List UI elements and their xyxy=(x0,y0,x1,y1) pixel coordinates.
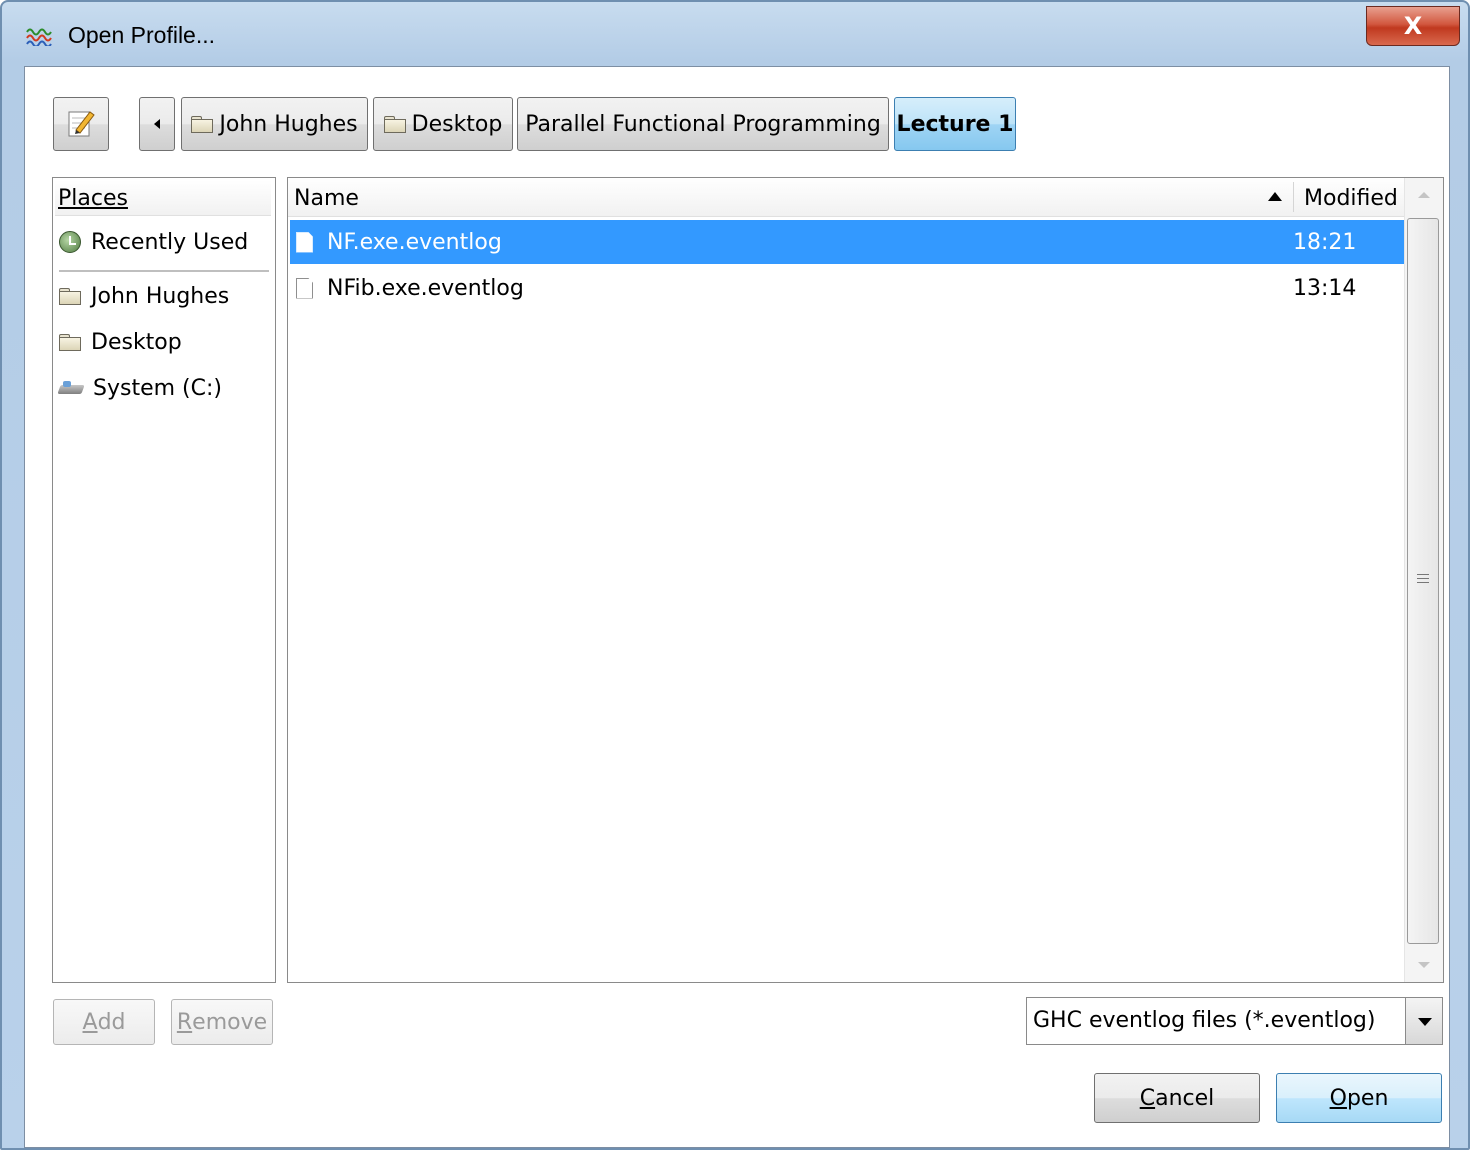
file-row[interactable]: NF.exe.eventlog 18:21 xyxy=(290,220,1404,264)
places-panel: Places Recently Used John Hughes Desktop… xyxy=(52,177,276,983)
mnemonic: C xyxy=(1139,1085,1156,1111)
crumb-label: Parallel Functional Programming xyxy=(525,111,881,137)
places-item-john-hughes[interactable]: John Hughes xyxy=(59,276,229,316)
cancel-button[interactable]: Cancel xyxy=(1094,1073,1260,1123)
open-profile-dialog: Open Profile... X John Hughes Desktop Pa… xyxy=(0,0,1470,1150)
vertical-scrollbar[interactable] xyxy=(1404,178,1443,982)
close-button[interactable]: X xyxy=(1366,6,1460,46)
scroll-up-icon[interactable] xyxy=(1418,192,1430,198)
crumb-label: Desktop xyxy=(411,111,503,137)
chevron-left-icon xyxy=(154,119,160,129)
button-label: dd xyxy=(97,1009,126,1035)
places-item-label: System (C:) xyxy=(93,375,222,401)
file-list: Name Modified NF.exe.eventlog 18:21 NFib… xyxy=(287,177,1444,983)
places-item-label: John Hughes xyxy=(91,283,230,309)
places-item-system-c[interactable]: System (C:) xyxy=(59,368,222,408)
filter-dropdown-button[interactable] xyxy=(1405,998,1442,1044)
crumb-desktop[interactable]: Desktop xyxy=(373,97,513,151)
file-name: NF.exe.eventlog xyxy=(327,229,502,255)
column-header-name[interactable]: Name xyxy=(294,178,359,220)
chevron-down-icon xyxy=(1418,1018,1432,1026)
edit-pencil-icon xyxy=(68,111,95,137)
folder-icon xyxy=(191,116,214,133)
button-label: pen xyxy=(1346,1085,1389,1111)
remove-bookmark-button[interactable]: Remove xyxy=(171,999,273,1045)
file-row[interactable]: NFib.exe.eventlog 13:14 xyxy=(290,266,1404,310)
places-item-recently-used[interactable]: Recently Used xyxy=(59,222,248,262)
app-icon xyxy=(26,28,52,46)
recently-used-icon xyxy=(59,231,81,253)
scroll-down-icon[interactable] xyxy=(1418,962,1430,968)
places-item-label: Desktop xyxy=(91,329,182,355)
file-modified: 13:14 xyxy=(1293,275,1357,301)
crumb-john-hughes[interactable]: John Hughes xyxy=(181,97,368,151)
document-icon xyxy=(296,232,313,253)
type-location-button[interactable] xyxy=(53,97,109,151)
column-divider[interactable] xyxy=(1293,182,1294,212)
folder-icon xyxy=(383,116,406,133)
places-item-desktop[interactable]: Desktop xyxy=(59,322,182,362)
add-bookmark-button[interactable]: Add xyxy=(53,999,155,1045)
close-icon: X xyxy=(1403,12,1423,40)
document-icon xyxy=(296,278,313,299)
places-header[interactable]: Places xyxy=(55,180,271,216)
grip-icon xyxy=(1417,574,1429,575)
folder-icon xyxy=(59,334,81,351)
crumb-label: Lecture 1 xyxy=(896,111,1014,137)
folder-icon xyxy=(59,288,81,305)
file-list-header: Name Modified xyxy=(288,178,1405,217)
path-back-button[interactable] xyxy=(139,97,175,151)
places-separator xyxy=(59,270,269,272)
dialog-client: John Hughes Desktop Parallel Functional … xyxy=(24,66,1450,1148)
mnemonic: A xyxy=(82,1009,98,1035)
crumb-parallel-functional-programming[interactable]: Parallel Functional Programming xyxy=(517,97,889,151)
filter-selected-value: GHC eventlog files (*.eventlog) xyxy=(1033,1008,1376,1033)
mnemonic: O xyxy=(1329,1085,1347,1111)
places-header-label: Places xyxy=(58,186,128,211)
column-header-modified[interactable]: Modified xyxy=(1304,178,1398,220)
mnemonic: R xyxy=(176,1009,193,1035)
file-name: NFib.exe.eventlog xyxy=(327,275,524,301)
scrollbar-thumb[interactable] xyxy=(1407,218,1439,944)
open-button[interactable]: Open xyxy=(1276,1073,1442,1123)
places-item-label: Recently Used xyxy=(91,229,249,255)
button-label: emove xyxy=(192,1009,268,1035)
button-label: ancel xyxy=(1155,1085,1215,1111)
crumb-label: John Hughes xyxy=(219,111,358,137)
crumb-lecture-1[interactable]: Lecture 1 xyxy=(894,97,1016,151)
file-type-filter-select[interactable]: GHC eventlog files (*.eventlog) xyxy=(1026,997,1443,1045)
window-title: Open Profile... xyxy=(68,22,216,48)
title-bar[interactable]: Open Profile... X xyxy=(2,2,1468,64)
sort-ascending-icon xyxy=(1268,192,1282,201)
file-modified: 18:21 xyxy=(1293,229,1357,255)
drive-icon xyxy=(59,381,83,395)
